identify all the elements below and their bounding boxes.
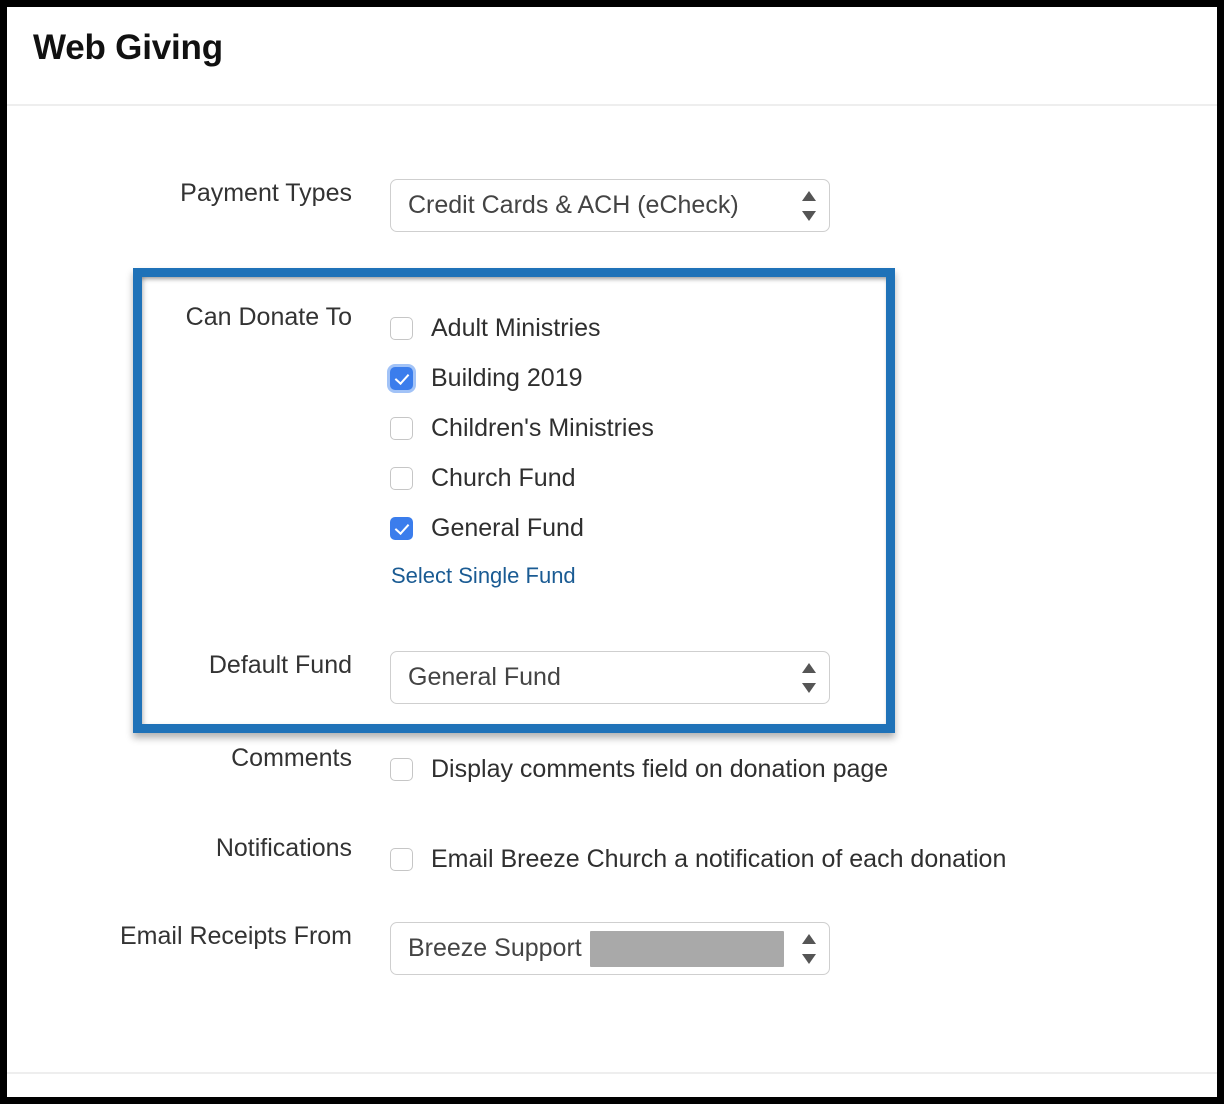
notifications-row: Notifications Email Breeze Church a noti… [7, 834, 1007, 884]
fund-checkbox-childrens-ministries[interactable] [390, 416, 413, 440]
chevron-updown-icon [801, 933, 816, 964]
default-fund-field: General Fund [390, 651, 830, 704]
notifications-checkbox-row[interactable]: Email Breeze Church a notification of ea… [390, 834, 1006, 884]
page-title: Web Giving [33, 28, 223, 67]
notifications-label: Notifications [215, 834, 352, 862]
default-fund-label: Default Fund [208, 651, 352, 679]
fund-checkbox-adult-ministries[interactable] [390, 316, 413, 340]
select-single-fund-link[interactable]: Select Single Fund [391, 563, 576, 588]
comments-label: Comments [231, 744, 352, 772]
chevron-updown-icon [801, 190, 816, 221]
email-receipts-from-value: Breeze Support [408, 934, 582, 962]
email-receipts-from-row: Email Receipts From Breeze Support [7, 922, 830, 975]
can-donate-to-label: Can Donate To [185, 303, 352, 331]
fund-label: Church Fund [431, 463, 576, 492]
fund-checkbox-church-fund[interactable] [390, 466, 413, 490]
chevron-updown-icon [801, 662, 816, 693]
payment-types-select[interactable]: Credit Cards & ACH (eCheck) [390, 179, 830, 232]
email-receipts-from-label: Email Receipts From [120, 922, 352, 950]
fund-checkbox-row[interactable]: Adult Ministries [390, 303, 654, 353]
fund-checkbox-general-fund[interactable] [390, 516, 413, 540]
default-fund-value: General Fund [408, 663, 561, 691]
page-header: Web Giving [7, 7, 1217, 106]
email-receipts-from-field: Breeze Support [390, 922, 830, 975]
notifications-checkbox-label: Email Breeze Church a notification of ea… [431, 844, 1007, 873]
can-donate-to-highlight-box: Can Donate To Adult Ministries Building … [133, 268, 895, 733]
comments-field: Display comments field on donation page [390, 744, 888, 794]
payment-types-value: Credit Cards & ACH (eCheck) [408, 191, 739, 219]
redaction-bar [589, 930, 784, 967]
payment-types-label: Payment Types [180, 179, 352, 207]
can-donate-to-row: Can Donate To Adult Ministries Building … [7, 303, 654, 589]
fund-label: Adult Ministries [431, 313, 601, 342]
payment-types-field: Credit Cards & ACH (eCheck) [390, 179, 830, 232]
comments-checkbox-label: Display comments field on donation page [431, 754, 889, 783]
fund-label: Building 2019 [431, 363, 583, 392]
notifications-checkbox[interactable] [390, 847, 413, 871]
notifications-field: Email Breeze Church a notification of ea… [390, 834, 1006, 884]
fund-checkbox-row[interactable]: General Fund [390, 503, 654, 553]
can-donate-to-field: Adult Ministries Building 2019 Children'… [390, 303, 654, 589]
default-fund-select[interactable]: General Fund [390, 651, 830, 704]
fund-checkbox-row[interactable]: Building 2019 [390, 353, 654, 403]
fund-label: General Fund [431, 513, 584, 542]
fund-checkbox-row[interactable]: Church Fund [390, 453, 654, 503]
web-giving-screen: Web Giving Payment Types Credit Cards & … [0, 0, 1224, 1104]
payment-types-row: Payment Types Credit Cards & ACH (eCheck… [7, 179, 830, 232]
comments-checkbox[interactable] [390, 757, 413, 781]
default-fund-row: Default Fund General Fund [7, 651, 830, 704]
fund-checkbox-row[interactable]: Children's Ministries [390, 403, 654, 453]
email-receipts-from-select[interactable]: Breeze Support [390, 922, 830, 975]
fund-checkbox-building-2019[interactable] [390, 366, 413, 390]
comments-checkbox-row[interactable]: Display comments field on donation page [390, 744, 888, 794]
footer-divider [7, 1072, 1217, 1074]
fund-label: Children's Ministries [431, 413, 654, 442]
comments-row: Comments Display comments field on donat… [7, 744, 888, 794]
